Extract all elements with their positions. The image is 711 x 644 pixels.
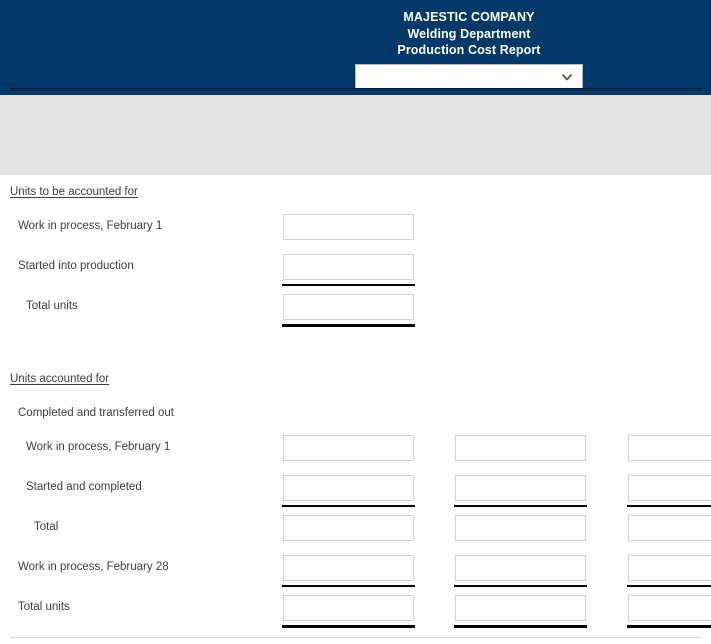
input-conversion[interactable]	[628, 515, 711, 541]
input-conversion[interactable]	[628, 475, 711, 501]
total-rule	[627, 625, 711, 628]
input-materials[interactable]	[455, 475, 586, 501]
report-title: Production Cost Report	[397, 43, 541, 57]
row-label: Started and completed	[26, 481, 142, 493]
input-materials[interactable]	[455, 515, 586, 541]
subtotal-rule	[282, 585, 415, 587]
subtotal-rule	[454, 505, 587, 507]
input-physical[interactable]	[283, 555, 414, 581]
cell-conversion	[628, 435, 711, 461]
subtotal-rule	[627, 505, 711, 507]
cell-conversion	[627, 595, 711, 628]
subtotal-rule	[282, 505, 415, 507]
input-physical[interactable]	[283, 475, 414, 501]
cell-physical	[283, 214, 414, 240]
row-label: Work in process, February 28	[18, 561, 169, 573]
cell-physical	[283, 435, 414, 461]
cell-physical	[282, 294, 415, 327]
row-label: Total	[34, 521, 59, 533]
cell-physical	[282, 475, 415, 507]
subtotal-rule	[282, 284, 415, 286]
input-physical[interactable]	[283, 515, 414, 541]
input-materials[interactable]	[455, 595, 586, 621]
table-row: Started and completed	[0, 470, 711, 510]
banner-title-block: MAJESTIC COMPANY Welding Department Prod…	[355, 9, 583, 59]
total-rule	[454, 625, 587, 628]
chevron-down-icon	[562, 74, 572, 81]
row-label: Total units	[26, 300, 78, 312]
table-row: Total units	[0, 289, 711, 329]
total-rule	[282, 324, 415, 327]
total-rule	[282, 625, 415, 628]
subtotal-rule	[454, 585, 587, 587]
input-physical[interactable]	[283, 254, 414, 280]
production-cost-report-page: MAJESTIC COMPANY Welding Department Prod…	[0, 0, 711, 644]
cell-physical	[282, 595, 415, 628]
row-label: Started into production	[18, 260, 134, 272]
row-label: Work in process, February 1	[18, 220, 163, 232]
section-heading-1-label: Units accounted for	[10, 373, 110, 385]
cell-materials	[454, 595, 587, 628]
input-conversion[interactable]	[628, 595, 711, 621]
input-materials[interactable]	[455, 555, 586, 581]
cell-physical	[283, 515, 414, 541]
table-row: Work in process, February 1	[0, 430, 711, 470]
row-label: Total units	[18, 601, 70, 613]
input-conversion[interactable]	[628, 435, 711, 461]
cell-materials	[455, 515, 586, 541]
cell-physical	[282, 254, 415, 286]
report-body: Units to be accounted for Work in process…	[0, 175, 711, 644]
cell-conversion	[627, 475, 711, 507]
section-heading-0-label: Units to be accounted for	[10, 186, 138, 198]
banner-bottom-rule	[10, 88, 701, 90]
table-row: Total	[0, 510, 711, 550]
page-bottom-divider	[10, 637, 701, 638]
cell-conversion	[628, 515, 711, 541]
report-period-dropdown[interactable]	[355, 64, 583, 90]
cell-conversion	[627, 555, 711, 587]
table-row: Total units	[0, 590, 711, 630]
input-physical[interactable]	[283, 595, 414, 621]
subtotal-rule	[627, 585, 711, 587]
row-label: Work in process, February 1	[26, 441, 171, 453]
table-header-band: Equivalent Units Quantities Physical Uni…	[0, 95, 711, 175]
input-conversion[interactable]	[628, 555, 711, 581]
cell-physical	[282, 555, 415, 587]
cell-materials	[454, 555, 587, 587]
table-row: Started into production	[0, 249, 711, 289]
section-subheading-1-label: Completed and transferred out	[18, 407, 174, 419]
table-row: Work in process, February 1	[0, 209, 711, 249]
company-name: MAJESTIC COMPANY	[403, 10, 535, 24]
table-row: Work in process, February 28	[0, 550, 711, 590]
report-banner: MAJESTIC COMPANY Welding Department Prod…	[0, 0, 711, 95]
cell-materials	[455, 435, 586, 461]
input-physical[interactable]	[283, 214, 414, 240]
input-materials[interactable]	[455, 435, 586, 461]
input-physical[interactable]	[283, 435, 414, 461]
cell-materials	[454, 475, 587, 507]
input-physical[interactable]	[283, 294, 414, 320]
department-name: Welding Department	[407, 26, 531, 41]
